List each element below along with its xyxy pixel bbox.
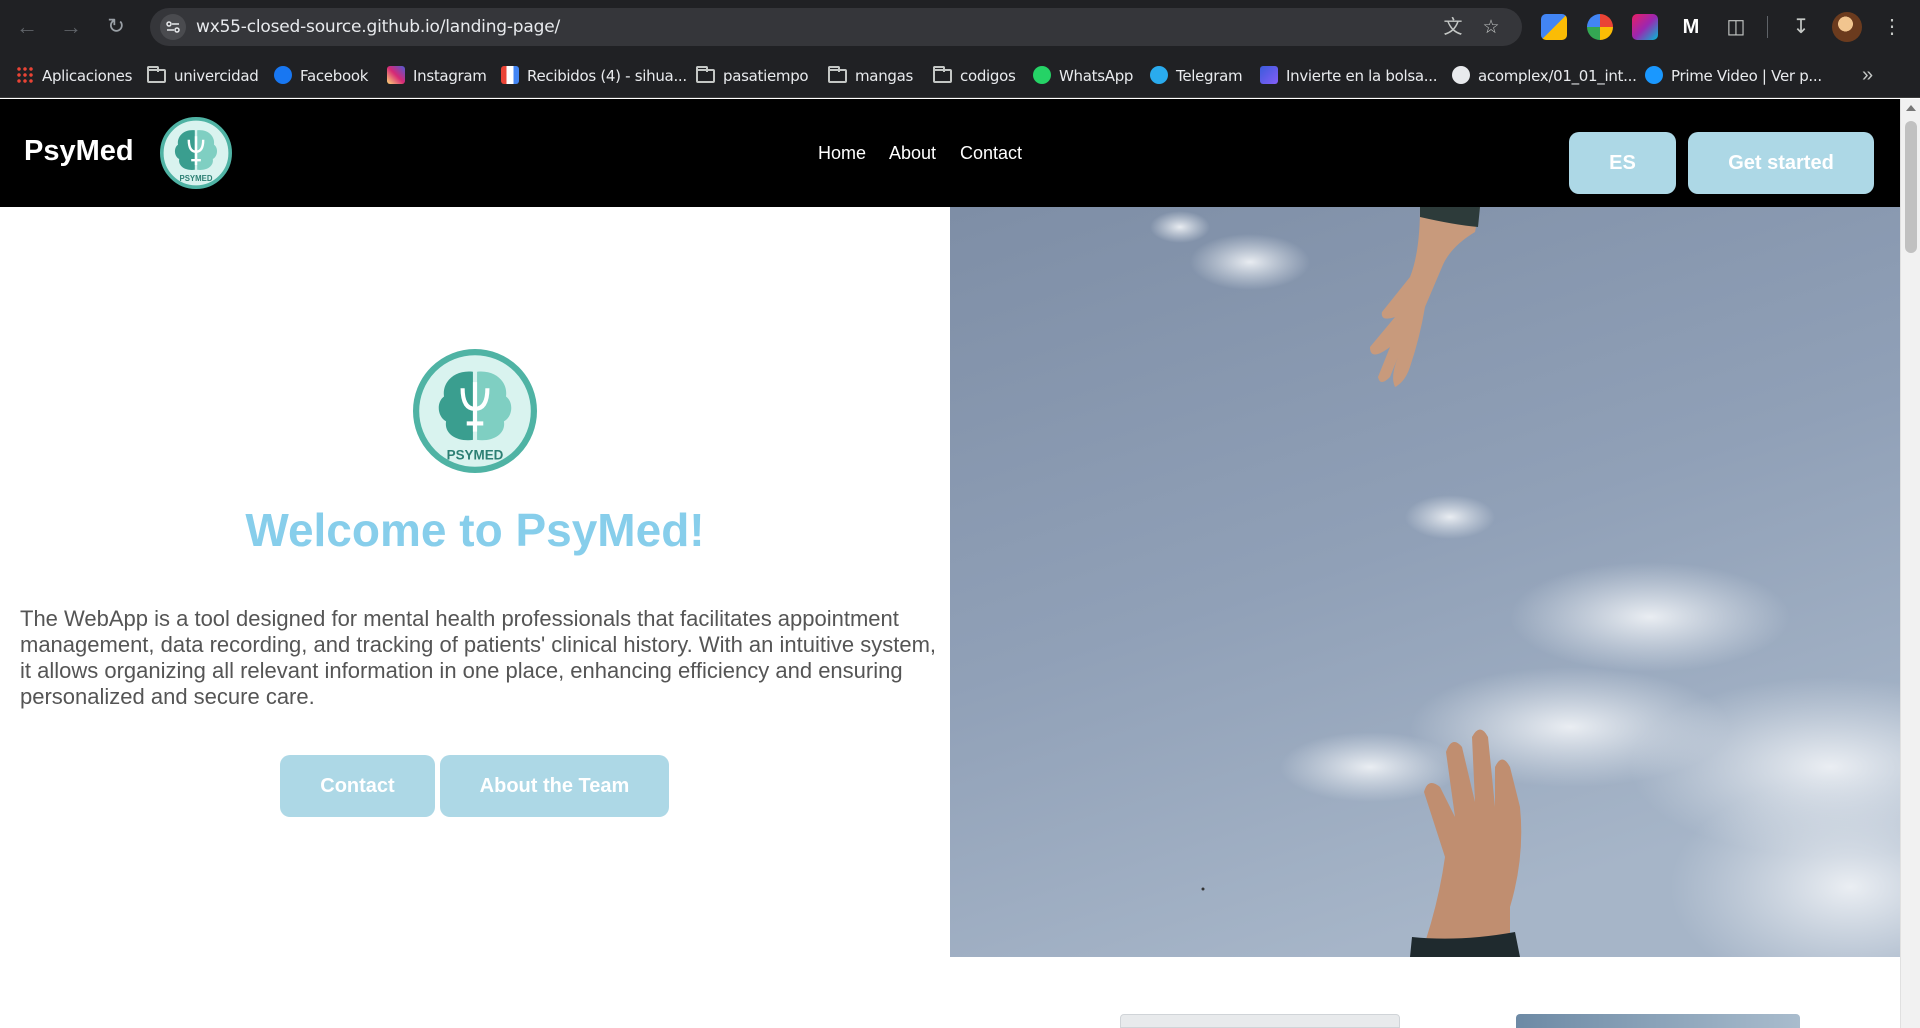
url-text: wx55-closed-source.github.io/landing-pag… [196,17,560,37]
apps-grid-icon [16,66,34,84]
bookmark-item[interactable]: Instagram [387,64,487,88]
extensions-puzzle-icon[interactable]: ◫ [1722,13,1750,41]
next-section-image [1516,1014,1800,1028]
reload-icon[interactable]: ↻ [101,12,131,42]
facebook-icon [274,66,292,84]
whatsapp-icon [1033,66,1051,84]
extension-color-icon[interactable] [1632,14,1658,40]
back-arrow-icon[interactable]: ← [12,12,42,42]
nav-home[interactable]: Home [818,143,866,164]
gmail-icon [501,66,519,84]
bookmark-item[interactable]: Telegram [1150,64,1243,88]
extension-m-icon[interactable]: M [1677,13,1705,41]
bookmark-item[interactable]: Facebook [274,64,368,88]
bookmarks-bar: Aplicaciones univercidad Facebook Instag… [0,54,1920,98]
extension-chrome-icon[interactable] [1587,14,1613,40]
bookmark-label: Telegram [1176,67,1243,85]
bookmark-item[interactable]: mangas [828,64,913,88]
folder-icon [147,66,166,83]
bookmark-label: WhatsApp [1059,67,1134,85]
folder-icon [828,66,847,83]
logo-wordmark: PSYMED [447,448,504,463]
bookmark-item[interactable]: codigos [933,64,1016,88]
about-team-button[interactable]: About the Team [440,755,669,817]
bookmark-label: Instagram [413,67,487,85]
toolbar-divider [1767,16,1768,38]
scroll-up-arrow-icon[interactable] [1906,105,1916,111]
site-header: PsyMed PSYMED Home About Contact ES Get … [0,99,1900,207]
bookmark-label: Aplicaciones [42,67,133,85]
bookmark-label: mangas [855,67,914,85]
browser-toolbar: ← → ↻ wx55-closed-source.github.io/landi… [0,0,1920,54]
hero-image-hands-sky [950,207,1900,957]
bookmark-label: codigos [960,67,1016,85]
nav-contact[interactable]: Contact [960,143,1022,164]
bookmark-label: Invierte en la bolsa... [1286,67,1438,85]
page-scrollbar[interactable] [1900,99,1920,1028]
bookmark-label: Facebook [300,67,369,85]
extension-drive-icon[interactable] [1541,14,1567,40]
next-section-card [1120,1014,1400,1028]
bookmark-label: univercidad [174,67,259,85]
translate-icon[interactable]: 文 [1442,17,1464,39]
profile-avatar[interactable] [1832,12,1862,42]
scroll-thumb[interactable] [1905,121,1917,253]
psymed-logo-icon: PSYMED [413,349,537,473]
bookmark-item[interactable]: Aplicaciones [16,64,132,88]
bookmark-label: Prime Video | Ver p... [1671,67,1822,85]
psymed-logo-icon: PSYMED [160,117,232,189]
instagram-icon [387,66,405,84]
forward-arrow-icon[interactable]: → [56,12,86,42]
bookmark-item[interactable]: pasatiempo [696,64,809,88]
bookmark-item[interactable]: acomplex/01_01_int... [1452,64,1637,88]
bookmark-label: Recibidos (4) - sihua... [527,67,687,85]
logo-wordmark: PSYMED [180,174,213,183]
hero-title: Welcome to PsyMed! [245,504,705,556]
bookmark-item[interactable]: univercidad [147,64,259,88]
bookmark-label: acomplex/01_01_int... [1478,67,1637,85]
nav-about[interactable]: About [889,143,936,164]
download-icon[interactable]: ↧ [1787,13,1815,41]
bookmark-label: pasatiempo [723,67,809,85]
hero-section: PSYMED Welcome to PsyMed! The WebApp is … [0,207,950,957]
address-bar[interactable]: wx55-closed-source.github.io/landing-pag… [150,8,1522,46]
bookmark-item[interactable]: Prime Video | Ver p... [1645,64,1822,88]
prime-video-icon [1645,66,1663,84]
more-bookmarks-icon[interactable]: » [1862,64,1873,87]
bookmark-star-icon[interactable]: ☆ [1480,17,1502,39]
broker-icon [1260,66,1278,84]
folder-icon [696,66,715,83]
folder-icon [933,66,952,83]
get-started-button[interactable]: Get started [1688,132,1874,194]
site-info-icon[interactable] [160,14,186,40]
language-toggle-button[interactable]: ES [1569,132,1676,194]
bookmark-item[interactable]: WhatsApp [1033,64,1133,88]
brand-name[interactable]: PsyMed [24,135,134,168]
bookmark-item[interactable]: Recibidos (4) - sihua... [501,64,687,88]
hands-reaching-illustration [950,207,1900,957]
bookmark-item[interactable]: Invierte en la bolsa... [1260,64,1437,88]
hero-description: The WebApp is a tool designed for mental… [20,606,937,709]
github-icon [1452,66,1470,84]
menu-kebab-icon[interactable]: ⋮ [1878,13,1906,41]
telegram-icon [1150,66,1168,84]
contact-button[interactable]: Contact [280,755,435,817]
